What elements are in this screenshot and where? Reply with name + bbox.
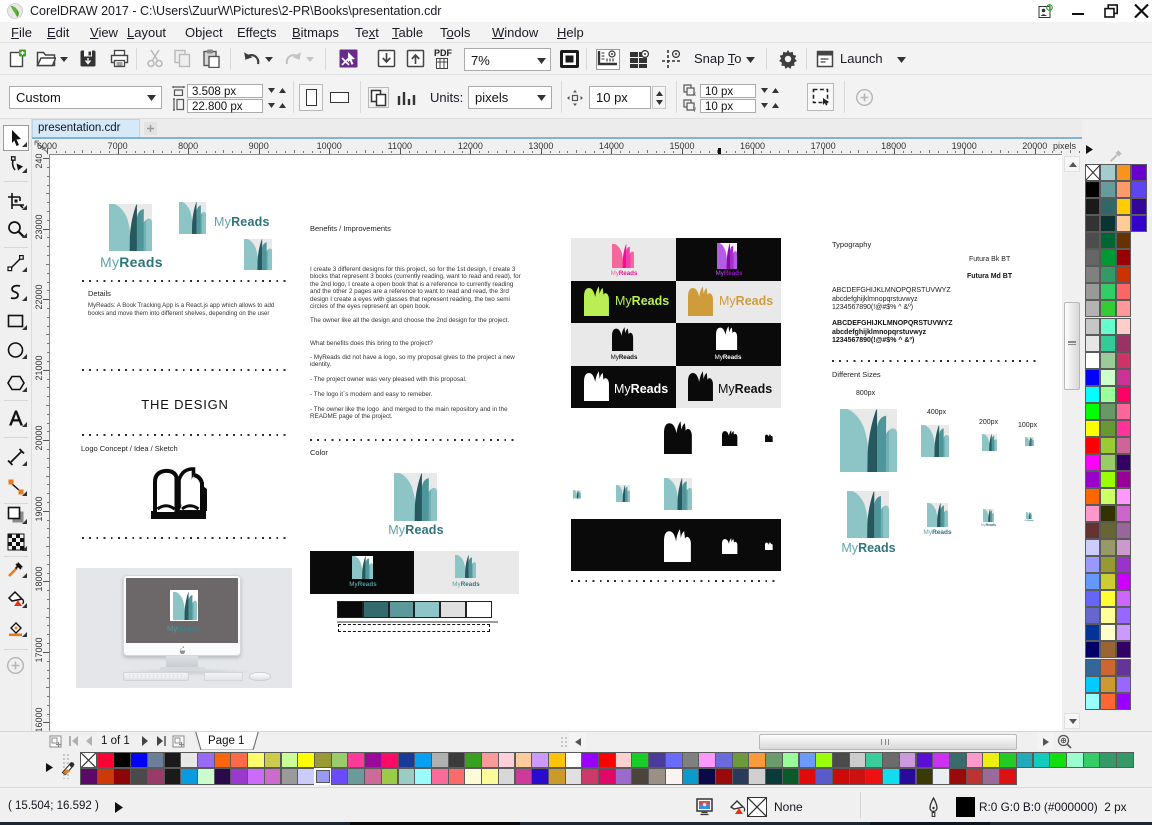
svg-text:x: x: [693, 92, 696, 97]
svg-text:y: y: [693, 107, 696, 112]
